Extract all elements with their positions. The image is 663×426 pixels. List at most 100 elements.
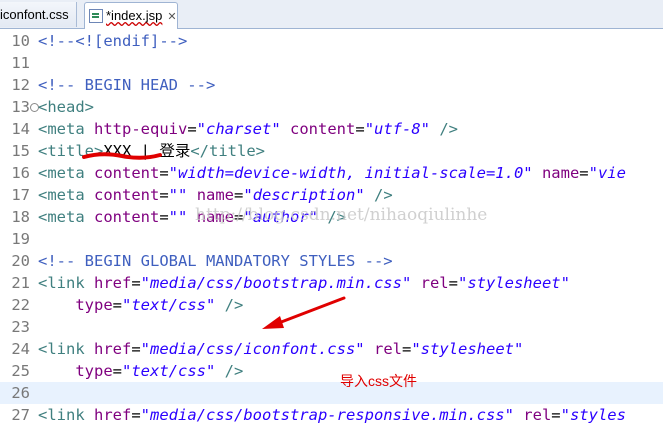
watermark: http://blog.csdn.net/nihaoqiulinhe bbox=[195, 205, 488, 225]
line-number: 26 bbox=[11, 384, 30, 402]
tab-index-jsp[interactable]: *index.jsp ✕ bbox=[84, 2, 178, 29]
code-text: <link href="media/css/bootstrap-responsi… bbox=[38, 404, 626, 426]
code-token: = bbox=[234, 186, 244, 204]
line-number: 27 bbox=[11, 406, 30, 424]
code-token: = bbox=[131, 340, 141, 358]
code-token: "" bbox=[168, 208, 188, 226]
code-token: = bbox=[355, 120, 365, 138]
code-line[interactable]: 13 <head> bbox=[0, 96, 663, 118]
code-token: "media/css/bootstrap-responsive.min.css" bbox=[140, 406, 514, 424]
code-token: = bbox=[579, 164, 589, 182]
code-token: rel bbox=[373, 340, 402, 358]
annotation-label: 导入css文件 bbox=[340, 373, 417, 389]
code-text: <title>XXX | 登录</title> bbox=[38, 140, 265, 162]
code-token: = bbox=[187, 120, 197, 138]
code-line[interactable]: 14 <meta http-equiv="charset" content="ut… bbox=[0, 118, 663, 140]
code-text: type="text/css" /> bbox=[38, 294, 243, 316]
code-token: /> bbox=[430, 120, 459, 138]
code-token: content bbox=[94, 208, 160, 226]
line-number: 25 bbox=[11, 362, 30, 380]
code-token: <link bbox=[38, 274, 94, 292]
code-token: "styles bbox=[560, 406, 626, 424]
code-line[interactable]: 21 <link href="media/css/bootstrap.min.cs… bbox=[0, 272, 663, 294]
code-token: <meta bbox=[38, 164, 94, 182]
code-token: name bbox=[541, 164, 580, 182]
line-number: 17 bbox=[11, 186, 30, 204]
code-token: = bbox=[112, 296, 122, 314]
code-text: <head> bbox=[38, 96, 94, 118]
code-text: <!--<![endif]--> bbox=[38, 30, 187, 52]
code-token: <!-- BEGIN GLOBAL MANDATORY STYLES --> bbox=[38, 252, 393, 270]
code-text: <!-- BEGIN HEAD --> bbox=[38, 74, 215, 96]
code-token: content bbox=[290, 120, 356, 138]
code-token: type bbox=[75, 362, 113, 380]
code-token: <link bbox=[38, 340, 94, 358]
line-number: 15 bbox=[11, 142, 30, 160]
code-line[interactable]: 11 bbox=[0, 52, 663, 74]
code-line[interactable]: 27 <link href="media/css/bootstrap-respon… bbox=[0, 404, 663, 426]
code-token: "text/css" bbox=[122, 362, 216, 380]
code-token: </title> bbox=[190, 142, 265, 160]
code-token: = bbox=[112, 362, 122, 380]
code-line[interactable]: 17 <meta content="" name="description" /> bbox=[0, 184, 663, 206]
code-token: <meta bbox=[38, 208, 94, 226]
code-line[interactable]: 15 <title>XXX | 登录</title> bbox=[0, 140, 663, 162]
code-token: name bbox=[196, 186, 235, 204]
code-line[interactable]: 25 type="text/css" /> bbox=[0, 360, 663, 382]
code-token: = bbox=[551, 406, 561, 424]
code-token: <meta bbox=[38, 186, 94, 204]
code-token: /> bbox=[364, 186, 393, 204]
code-token: "width=device-width, initial-scale=1.0" bbox=[168, 164, 533, 182]
code-token: "" bbox=[168, 186, 188, 204]
code-token: /> bbox=[215, 296, 244, 314]
code-text: <meta content="width=device-width, initi… bbox=[38, 162, 626, 184]
line-number: 19 bbox=[11, 230, 30, 248]
code-token: <head> bbox=[38, 98, 94, 116]
code-token: XXX | 登录 bbox=[103, 142, 191, 160]
code-token: /> bbox=[215, 362, 244, 380]
code-token: href bbox=[94, 274, 132, 292]
code-token: "stylesheet" bbox=[411, 340, 524, 358]
code-token: <meta bbox=[38, 120, 94, 138]
line-number: 10 bbox=[11, 32, 30, 50]
code-token: href bbox=[94, 406, 132, 424]
arrow-annotation bbox=[262, 296, 346, 329]
code-token: = bbox=[159, 208, 169, 226]
line-number: 13 bbox=[11, 98, 30, 116]
code-line[interactable]: 19 bbox=[0, 228, 663, 250]
code-line[interactable]: 16 <meta content="width=device-width, ini… bbox=[0, 162, 663, 184]
code-text: type="text/css" /> bbox=[38, 360, 243, 382]
code-line[interactable]: 20 <!-- BEGIN GLOBAL MANDATORY STYLES --> bbox=[0, 250, 663, 272]
line-number: 24 bbox=[11, 340, 30, 358]
line-number: 18 bbox=[11, 208, 30, 226]
tab-iconfont-css[interactable]: iconfont.css bbox=[0, 2, 77, 27]
line-number: 23 bbox=[11, 318, 30, 336]
code-line[interactable]: 12 <!-- BEGIN HEAD --> bbox=[0, 74, 663, 96]
code-token: "utf-8" bbox=[364, 120, 431, 138]
tab-label: iconfont.css bbox=[0, 7, 69, 22]
jsp-file-icon bbox=[89, 8, 103, 23]
code-token: content bbox=[94, 186, 160, 204]
code-token: "vie bbox=[588, 164, 626, 182]
code-token: <!-- BEGIN HEAD --> bbox=[38, 76, 216, 94]
code-text: <link href="media/css/bootstrap.min.css"… bbox=[38, 272, 570, 294]
line-number: 11 bbox=[11, 54, 30, 72]
line-number: 12 bbox=[11, 76, 30, 94]
close-icon[interactable]: ✕ bbox=[167, 5, 176, 30]
code-line[interactable]: 26 bbox=[0, 382, 663, 404]
code-line[interactable]: 10 <!--<![endif]--> bbox=[0, 30, 663, 52]
code-token: rel bbox=[420, 274, 449, 292]
code-token: "media/css/iconfont.css" bbox=[140, 340, 365, 358]
code-line[interactable]: 24 <link href="media/css/iconfont.css" re… bbox=[0, 338, 663, 360]
code-token: "text/css" bbox=[122, 296, 216, 314]
code-token: = bbox=[401, 340, 412, 358]
code-token: = bbox=[159, 186, 169, 204]
code-token: href bbox=[94, 340, 132, 358]
